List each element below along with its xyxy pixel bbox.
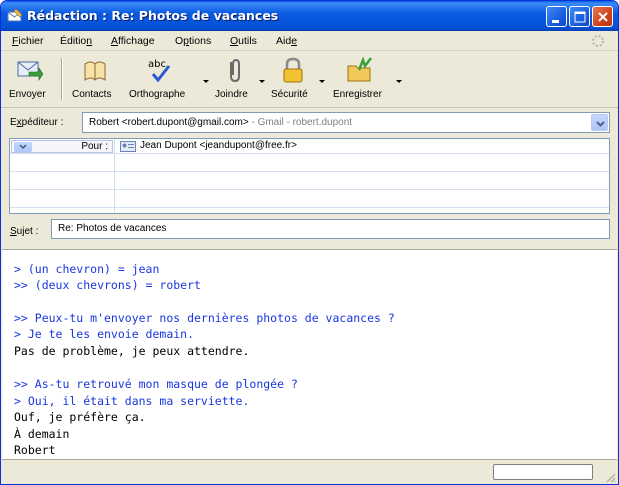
status-progress-panel bbox=[493, 464, 593, 480]
attach-button[interactable]: Joindre bbox=[209, 56, 265, 102]
save-button[interactable]: Enregistrer bbox=[329, 56, 402, 102]
close-button[interactable] bbox=[592, 6, 613, 27]
compose-window: Rédaction : Re: Photos de vacances Fichi… bbox=[0, 0, 619, 485]
subject-label: Sujet : bbox=[10, 226, 39, 237]
body-line: Pas de problème, je peux attendre. bbox=[14, 344, 250, 358]
message-body[interactable]: > (un chevron) = jean >> (deux chevrons)… bbox=[2, 249, 617, 460]
menu-outils[interactable]: Outils bbox=[230, 35, 257, 47]
security-button[interactable]: Sécurité bbox=[267, 56, 325, 102]
recipient-row[interactable]: Pour : Jean Dupont <jeandupont@free.fr> bbox=[10, 139, 609, 154]
menu-aide[interactable]: Aide bbox=[276, 35, 297, 47]
svg-text:abc: abc bbox=[148, 59, 166, 70]
spellcheck-icon: abc bbox=[148, 59, 171, 83]
minimize-icon bbox=[552, 20, 559, 23]
paperclip-icon bbox=[230, 58, 240, 83]
toolbar-separator bbox=[61, 58, 63, 100]
throbber-icon bbox=[592, 35, 604, 47]
body-line: Robert bbox=[14, 443, 56, 457]
status-bar bbox=[1, 461, 618, 484]
menu-edition[interactable]: Édition bbox=[60, 35, 92, 47]
chevron-down-icon bbox=[596, 121, 605, 127]
send-icon bbox=[17, 61, 43, 81]
from-dropdown-button[interactable] bbox=[591, 114, 608, 131]
maximize-icon bbox=[574, 11, 586, 23]
send-button[interactable]: Envoyer bbox=[5, 56, 55, 102]
window-title: Rédaction : Re: Photos de vacances bbox=[27, 8, 279, 23]
compose-mail-icon bbox=[7, 8, 23, 22]
chevron-down-icon bbox=[19, 144, 27, 150]
toolbar: Envoyer Contacts abc Orthographe Joindre bbox=[1, 52, 618, 108]
body-line: >> (deux chevrons) = robert bbox=[14, 278, 201, 292]
recipient-row-empty[interactable] bbox=[10, 193, 609, 208]
from-select[interactable]: Robert <robert.dupont@gmail.com> - Gmail… bbox=[82, 112, 610, 133]
title-bar[interactable]: Rédaction : Re: Photos de vacances bbox=[1, 1, 618, 31]
resize-grip-icon[interactable] bbox=[604, 471, 616, 483]
recipient-type-select[interactable]: Pour : bbox=[11, 140, 113, 153]
menu-options[interactable]: Options bbox=[175, 35, 211, 47]
recipient-address[interactable]: Jean Dupont <jeandupont@free.fr> bbox=[140, 140, 297, 151]
recipients-list[interactable]: Pour : Jean Dupont <jeandupont@free.fr> bbox=[9, 138, 610, 214]
from-value: Robert <robert.dupont@gmail.com> - Gmail… bbox=[89, 117, 353, 128]
from-label: Expéditeur : bbox=[10, 117, 64, 128]
menu-fichier[interactable]: Fichier bbox=[12, 35, 44, 47]
save-dropdown-arrow[interactable] bbox=[396, 80, 402, 83]
minimize-button[interactable] bbox=[546, 6, 567, 27]
attach-dropdown-arrow[interactable] bbox=[259, 80, 265, 83]
recipient-row-empty[interactable] bbox=[10, 157, 609, 172]
padlock-icon bbox=[283, 57, 303, 83]
menu-bar: Fichier Édition Affichage Options Outils… bbox=[1, 31, 618, 51]
recipient-type-dropdown[interactable] bbox=[14, 142, 32, 152]
body-line: Ouf, je préfère ça. bbox=[14, 410, 146, 424]
maximize-button[interactable] bbox=[569, 6, 590, 27]
body-line: > Je te les envoie demain. bbox=[14, 327, 195, 341]
body-line: >> As-tu retrouvé mon masque de plongée … bbox=[14, 377, 298, 391]
contacts-button[interactable]: Contacts bbox=[68, 56, 122, 102]
contacts-book-icon bbox=[84, 61, 106, 81]
subject-input[interactable]: Re: Photos de vacances bbox=[51, 219, 610, 239]
menu-affichage[interactable]: Affichage bbox=[111, 35, 155, 47]
body-line: >> Peux-tu m'envoyer nos dernières photo… bbox=[14, 311, 395, 325]
body-line: > Oui, il était dans ma serviette. bbox=[14, 394, 250, 408]
body-line: À demain bbox=[14, 427, 70, 441]
contact-card-icon bbox=[120, 141, 136, 152]
security-dropdown-arrow[interactable] bbox=[319, 80, 325, 83]
spelling-button[interactable]: abc Orthographe bbox=[125, 56, 209, 102]
close-icon bbox=[598, 12, 608, 22]
body-line: > (un chevron) = jean bbox=[14, 262, 160, 276]
recipient-row-empty[interactable] bbox=[10, 175, 609, 190]
save-folder-icon bbox=[347, 56, 372, 82]
